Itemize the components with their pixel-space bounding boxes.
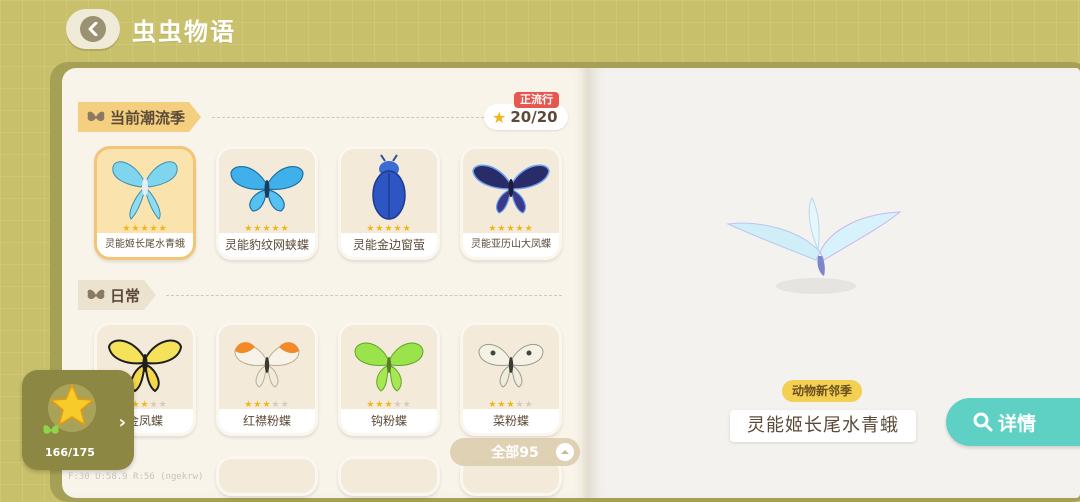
bug-card[interactable]: ★★★★★ 灵能亚历山大凤蝶 [460, 146, 562, 260]
chevron-up-icon [556, 443, 574, 461]
debug-stats: F:30 U:58.9 R:56 (ngekrw) [68, 472, 204, 482]
divider [212, 117, 484, 118]
bug-card[interactable] [216, 456, 318, 496]
count-text: 20/20 [510, 108, 558, 126]
swallowtail-image [472, 164, 550, 214]
back-button[interactable] [66, 9, 120, 49]
bug-card[interactable]: ★★★★★ 灵能姬长尾水青蛾 [94, 146, 196, 260]
luna-moth-preview [726, 196, 902, 294]
details-button[interactable]: 详情 [946, 398, 1080, 446]
filter-all-button[interactable]: 全部95 [450, 438, 580, 466]
chevron-right-icon: › [118, 412, 126, 433]
collection-progress-count: 166/175 [45, 446, 95, 459]
details-button-label: 详情 [998, 412, 1037, 435]
section-label: 日常 [110, 286, 141, 305]
trending-badge: 正流行 [514, 92, 559, 108]
section-label: 当前潮流季 [110, 108, 186, 127]
bug-card-name: 灵能豹纹网蛱蝶 [219, 233, 315, 257]
bug-card[interactable]: ★★★★★ 菜粉蝶 [460, 322, 562, 436]
luna-moth-image [112, 161, 178, 220]
orange-tip-image [234, 342, 300, 388]
brimstone-image [354, 342, 424, 392]
butterfly-icon [86, 287, 106, 303]
season-badge: 动物新邻季 [782, 380, 863, 402]
page-title: 虫虫物语 [132, 17, 236, 46]
search-icon [973, 412, 993, 432]
bug-card-name: 钩粉蝶 [341, 409, 437, 433]
back-arrow-icon [80, 16, 106, 42]
bug-card[interactable]: ★★★★★ 灵能金边窗萤 [338, 146, 440, 260]
bug-card-name: 菜粉蝶 [463, 409, 559, 433]
section-tag-daily: 日常 [78, 280, 156, 310]
butterfly-icon [86, 109, 106, 125]
bug-card[interactable]: ★★★★★ 钩粉蝶 [338, 322, 440, 436]
bug-card-name: 灵能金边窗萤 [341, 233, 437, 257]
firefly-beetle-image [372, 154, 406, 220]
collection-progress-button[interactable]: › 166/175 [22, 370, 134, 470]
bug-card-name: 红襟粉蝶 [219, 409, 315, 433]
cabbage-white-image [478, 343, 544, 388]
top-bar: 虫虫物语 [66, 8, 236, 50]
divider [166, 295, 562, 296]
bug-card[interactable] [338, 456, 440, 496]
filter-label: 全部95 [491, 445, 539, 461]
bug-card[interactable]: ★★★★★ 红襟粉蝶 [216, 322, 318, 436]
bug-card-name: 灵能亚历山大凤蝶 [463, 233, 559, 257]
selected-bug-name: 灵能姬长尾水青蛾 [730, 410, 916, 442]
butterfly-image [230, 166, 304, 212]
butterfly-icon [43, 425, 59, 434]
bug-card-name: 灵能姬长尾水青蛾 [97, 233, 193, 257]
bug-card[interactable]: ★★★★★ 灵能豹纹网蛱蝶 [216, 146, 318, 260]
section-tag-current-season: 当前潮流季 [78, 102, 201, 132]
star-icon: ★ [492, 107, 507, 127]
